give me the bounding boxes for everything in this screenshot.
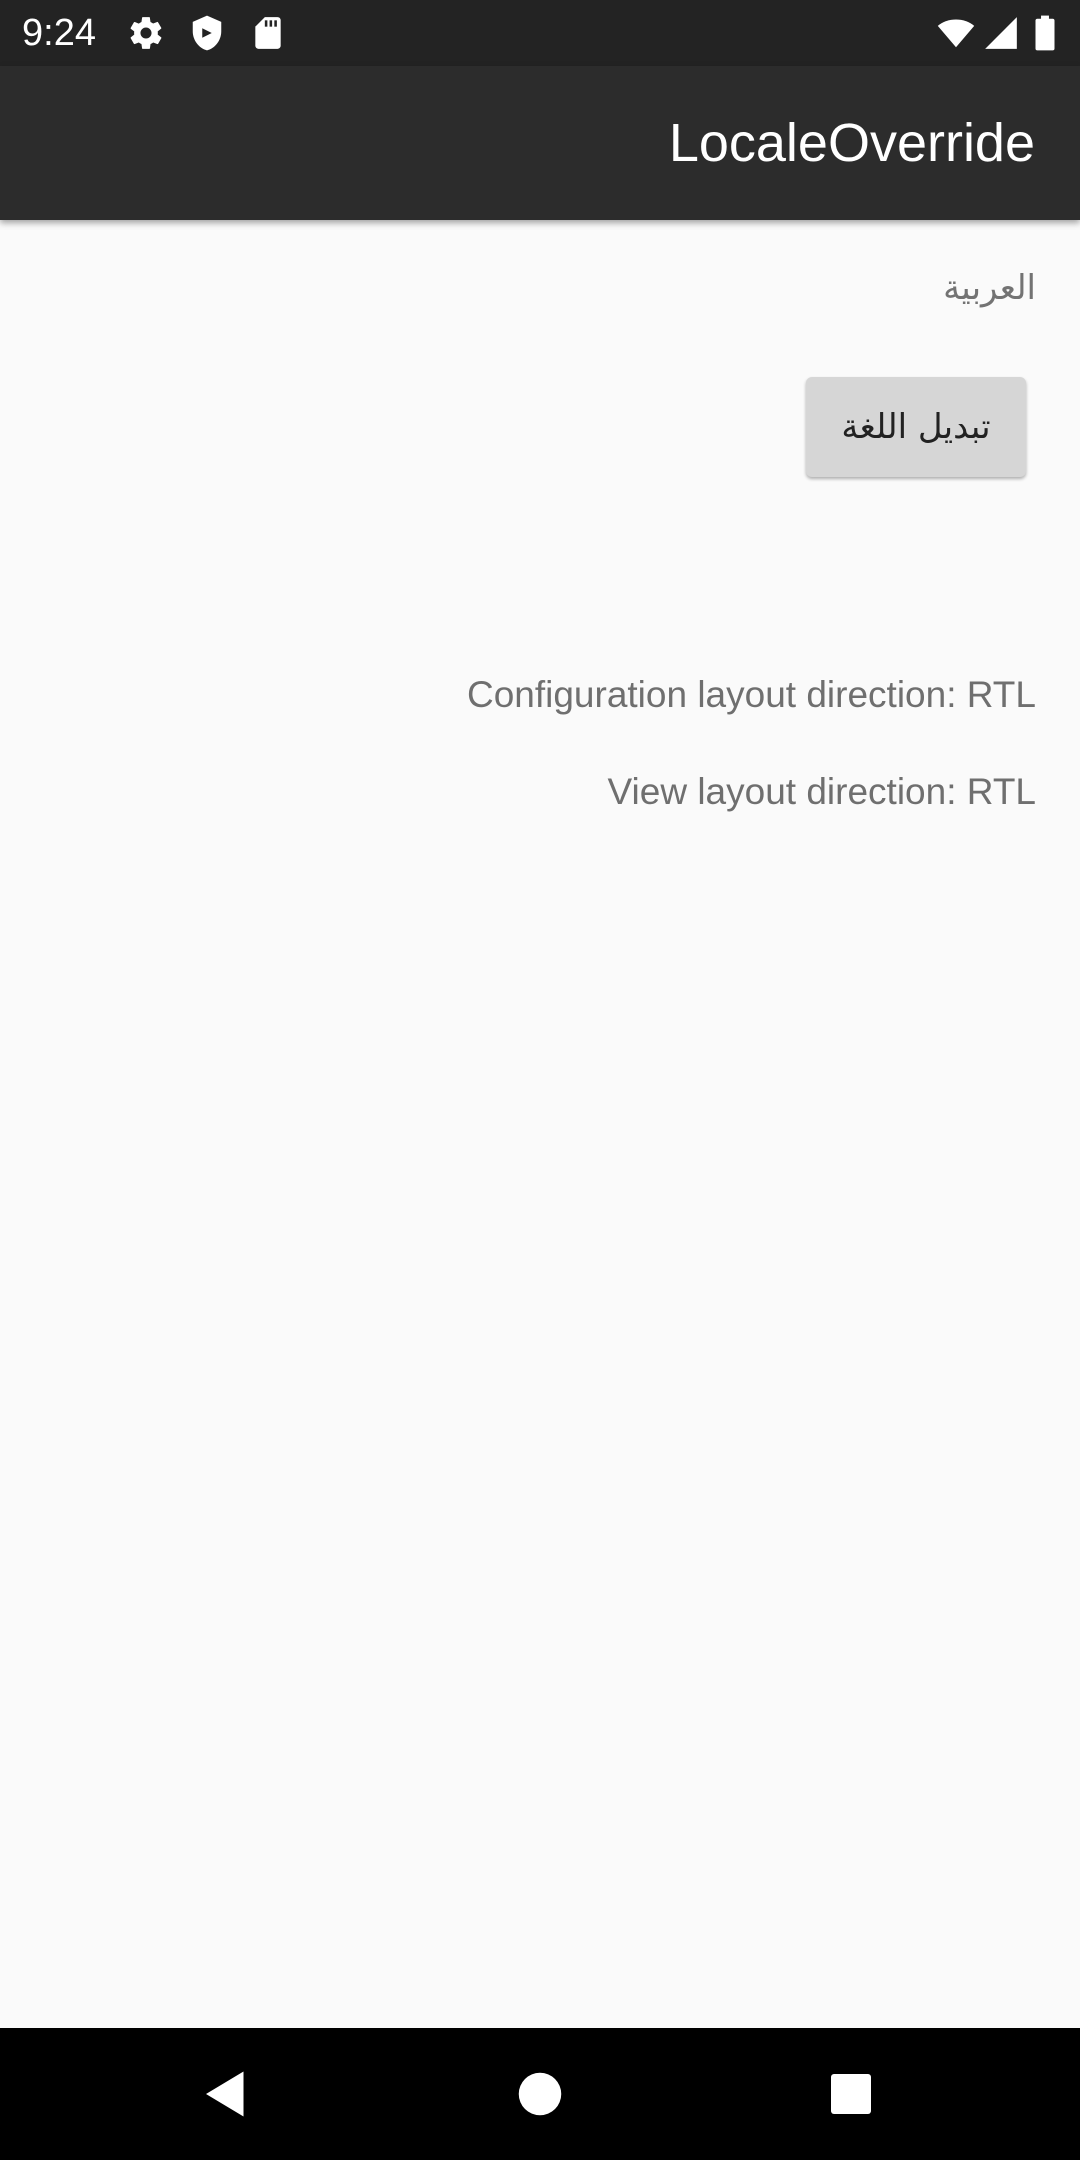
status-bar: 9:24 bbox=[0, 0, 1080, 66]
gear-icon bbox=[127, 14, 165, 52]
home-icon[interactable] bbox=[510, 2064, 570, 2124]
signal-icon bbox=[982, 14, 1020, 52]
shield-icon bbox=[188, 14, 226, 52]
screen: 9:24 LocaleOverride العربية تبديل اللغة … bbox=[0, 0, 1080, 2160]
language-label: العربية bbox=[943, 268, 1036, 308]
configuration-direction-text: Configuration layout direction: RTL bbox=[466, 674, 1036, 715]
main-content: العربية تبديل اللغة Configuration layout… bbox=[0, 220, 1080, 2028]
wifi-icon bbox=[936, 14, 975, 52]
sd-card-icon bbox=[249, 14, 287, 52]
back-icon[interactable] bbox=[196, 2064, 256, 2124]
status-time: 9:24 bbox=[22, 12, 96, 54]
switch-language-button[interactable]: تبديل اللغة bbox=[806, 377, 1026, 477]
app-title: LocaleOverride bbox=[668, 113, 1035, 173]
recents-icon[interactable] bbox=[821, 2064, 881, 2124]
app-bar: LocaleOverride bbox=[0, 66, 1080, 220]
battery-icon bbox=[1032, 14, 1058, 52]
navigation-bar bbox=[0, 2028, 1080, 2160]
view-direction-text: View layout direction: RTL bbox=[607, 771, 1036, 812]
